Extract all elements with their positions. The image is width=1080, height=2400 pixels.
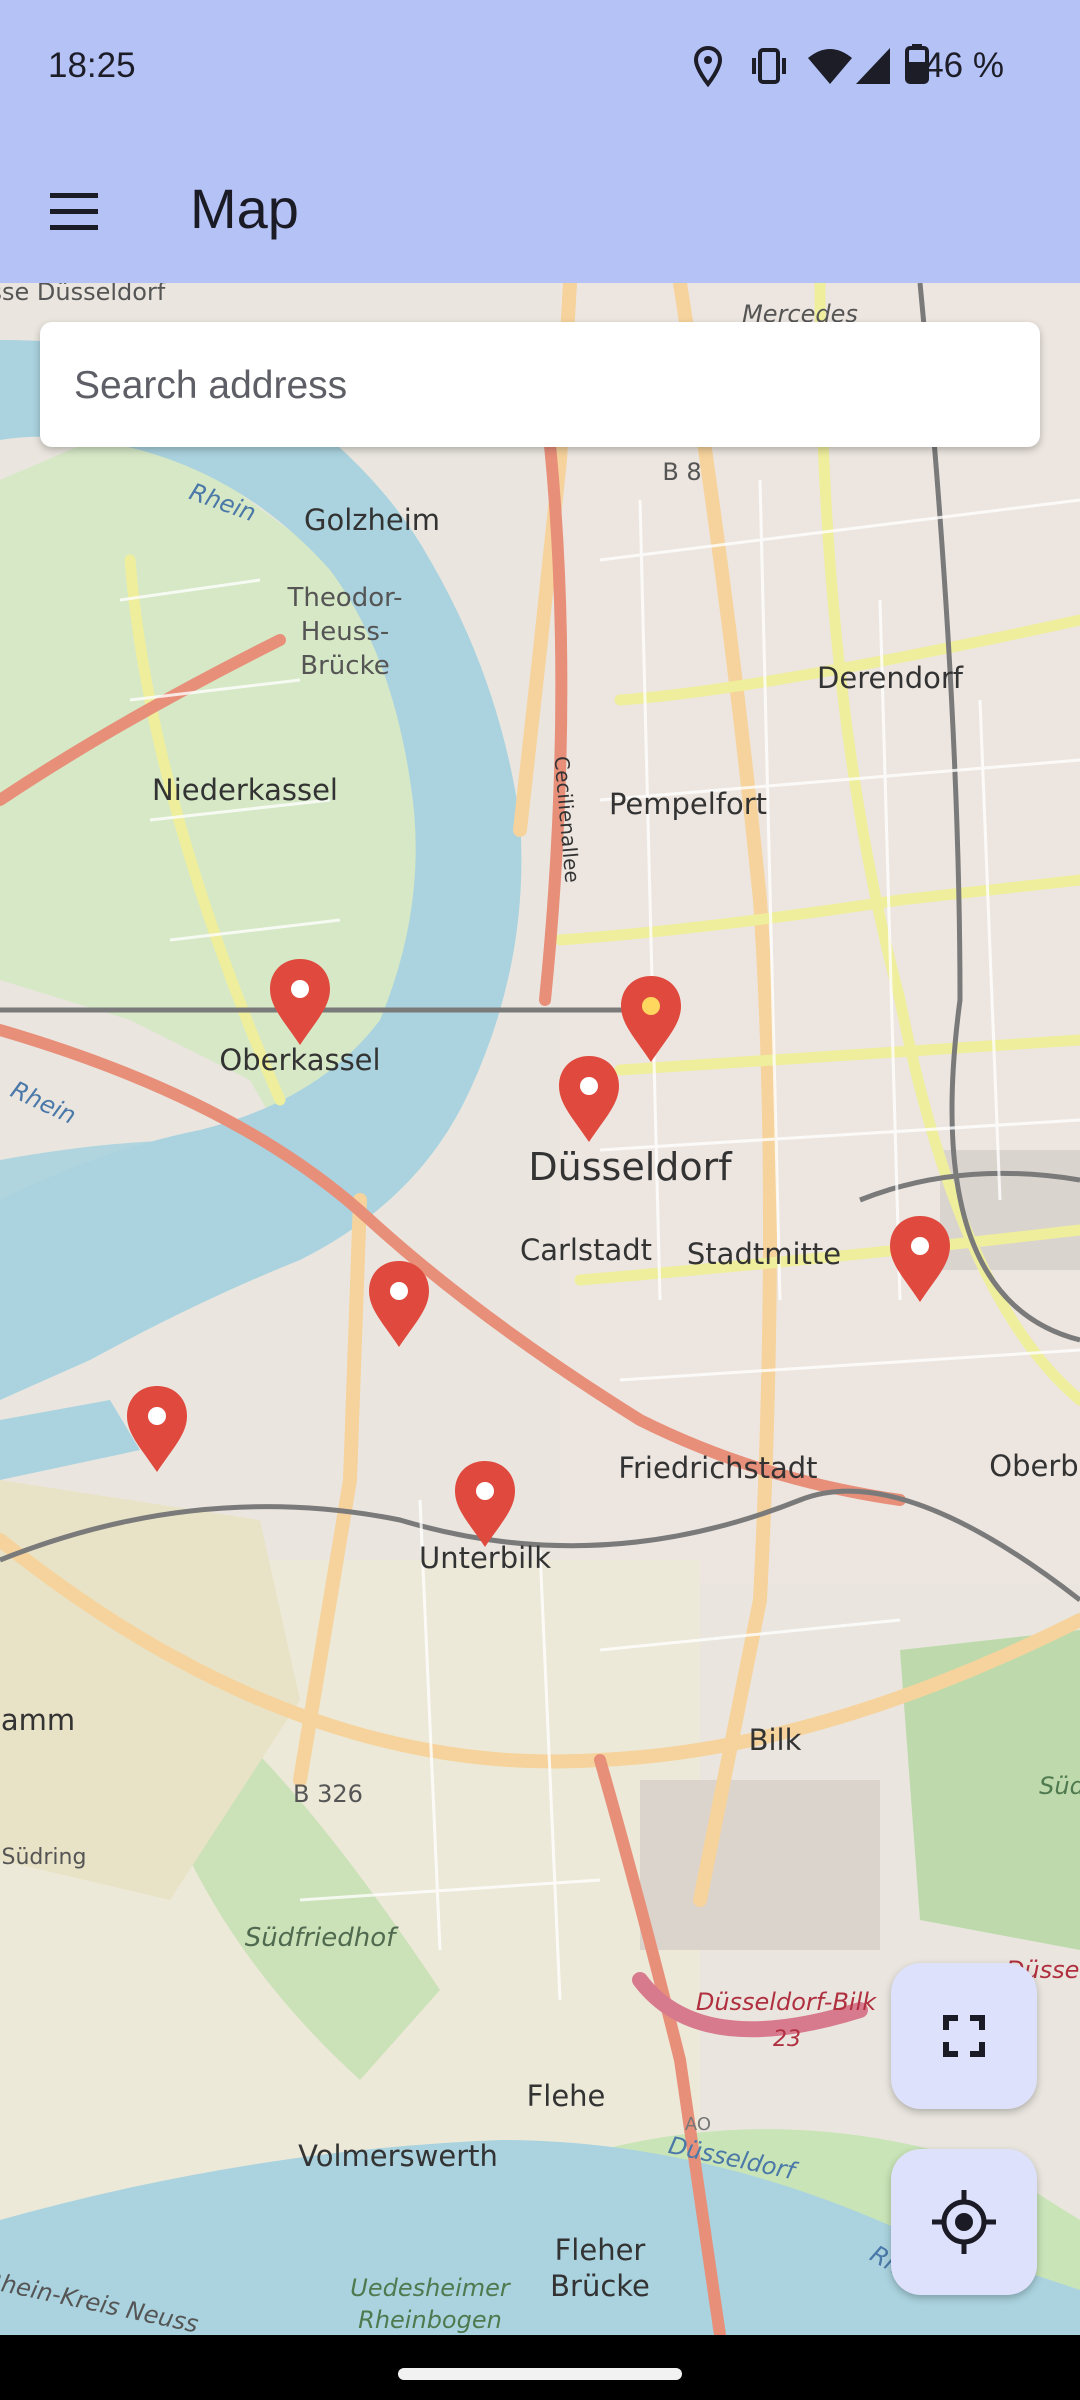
map-label: B 8 (662, 458, 701, 486)
search-bar (40, 322, 1040, 449)
map-label: Flehe (527, 2079, 606, 2113)
map-label: Düsseldorf (528, 1145, 733, 1189)
map-label: Niederkassel (152, 773, 338, 807)
my-location-icon (932, 2190, 996, 2254)
map-label: AO (685, 2114, 711, 2135)
map-label: Derendorf (817, 661, 964, 695)
map-label: Stadtmitte (687, 1237, 841, 1271)
navigation-bar (0, 2335, 1080, 2400)
map-label: Oberkassel (219, 1043, 380, 1077)
map-label: Brücke (300, 651, 389, 681)
map-label: Fleher (555, 2233, 646, 2267)
battery-percent: 46 % (924, 46, 1004, 85)
wifi-icon (808, 49, 852, 84)
signal-icon (856, 48, 890, 84)
map-label: Süd (1039, 1772, 1080, 1800)
fullscreen-button[interactable] (891, 1963, 1037, 2109)
toolbar: Map (0, 135, 1080, 283)
fullscreen-icon (943, 2015, 985, 2057)
gesture-handle[interactable] (398, 2368, 682, 2380)
menu-button[interactable] (30, 167, 118, 255)
status-bar: 18:25 46 % (0, 0, 1080, 135)
search-input[interactable] (72, 322, 1016, 449)
map-label: Brücke (550, 2269, 650, 2303)
map-label: Pempelfort (609, 787, 767, 821)
map-label: Friedrichstadt (618, 1451, 817, 1485)
map-label: B 326 (293, 1780, 363, 1808)
map-label: esse Düsseldorf (0, 283, 166, 306)
map-label: Uedesheimer (350, 2274, 512, 2302)
map-label: Carlstadt (520, 1233, 652, 1267)
map-label: Bilk (749, 1723, 802, 1757)
app-title: Map (190, 177, 299, 240)
map-label: Golzheim (304, 503, 440, 537)
my-location-button[interactable] (891, 2149, 1037, 2295)
map-label: Südfriedhof (245, 1923, 399, 1953)
vibrate-icon (752, 48, 786, 84)
location-icon (693, 45, 723, 88)
map-label: 23 (773, 2027, 801, 2052)
map-label: Südring (2, 1845, 87, 1870)
map-label: Theodor- (286, 583, 402, 613)
map-label: Heuss- (301, 617, 390, 647)
hamburger-menu-icon (50, 193, 98, 230)
map-label: lamm (0, 1703, 75, 1737)
map-label: Volmerswerth (298, 2139, 498, 2173)
status-time: 18:25 (48, 46, 136, 85)
map-label: Rheinbogen (358, 2306, 502, 2334)
map-label: Düsseldorf-Bilk (696, 1988, 877, 2016)
map-label: Oberb (989, 1449, 1078, 1483)
